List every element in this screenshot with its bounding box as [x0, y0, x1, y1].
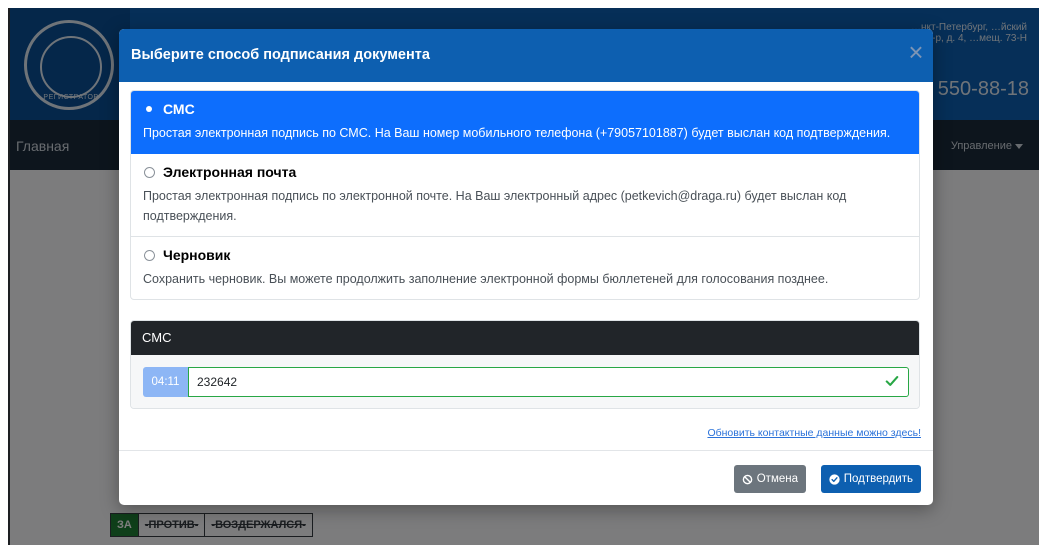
sms-code-card: СМС 04:11 [130, 320, 920, 409]
ban-icon [742, 474, 753, 484]
option-email-title: Электронная почта [163, 164, 297, 180]
option-draft[interactable]: Черновик Сохранить черновик. Вы можете п… [131, 237, 919, 299]
modal-footer: Отмена Подтвердить [119, 450, 933, 505]
cancel-label: Отмена [756, 473, 798, 485]
option-draft-description: Сохранить черновик. Вы можете продолжить… [143, 272, 829, 286]
option-sms-head: СМС [143, 101, 908, 117]
draft-radio[interactable] [143, 249, 155, 261]
check-circle-icon [829, 473, 840, 485]
option-draft-head: Черновик [143, 247, 908, 263]
check-icon [885, 376, 899, 386]
sms-card-header: СМС [131, 321, 919, 355]
sms-timer: 04:11 [143, 367, 188, 397]
email-radio[interactable] [143, 166, 155, 178]
sms-code-input[interactable] [188, 367, 909, 397]
modal-header: Выберите способ подписания документа × [119, 29, 933, 82]
modal-title: Выберите способ подписания документа [131, 47, 430, 63]
cancel-button[interactable]: Отмена [733, 465, 806, 493]
sms-code-group: 04:11 [143, 367, 909, 397]
option-email-head: Электронная почта [143, 164, 908, 180]
confirm-label: Подтвердить [843, 473, 913, 485]
signing-method-modal: Выберите способ подписания документа × С… [119, 29, 933, 505]
update-contacts-link[interactable]: Обновить контактные данные можно здесь! [707, 427, 921, 439]
close-icon[interactable]: × [903, 39, 929, 65]
confirm-button[interactable]: Подтвердить [820, 465, 921, 493]
option-email-description: Простая электронная подпись по электронн… [143, 189, 847, 223]
selected-dot-icon [143, 103, 155, 115]
option-draft-title: Черновик [163, 247, 231, 263]
option-sms-description: Простая электронная подпись по СМС. На В… [143, 126, 891, 140]
option-sms-title: СМС [163, 101, 195, 117]
signing-options-list: СМС Простая электронная подпись по СМС. … [130, 90, 920, 300]
option-sms[interactable]: СМС Простая электронная подпись по СМС. … [131, 91, 919, 154]
option-email[interactable]: Электронная почта Простая электронная по… [131, 154, 919, 237]
sms-card-body: 04:11 [131, 355, 919, 408]
